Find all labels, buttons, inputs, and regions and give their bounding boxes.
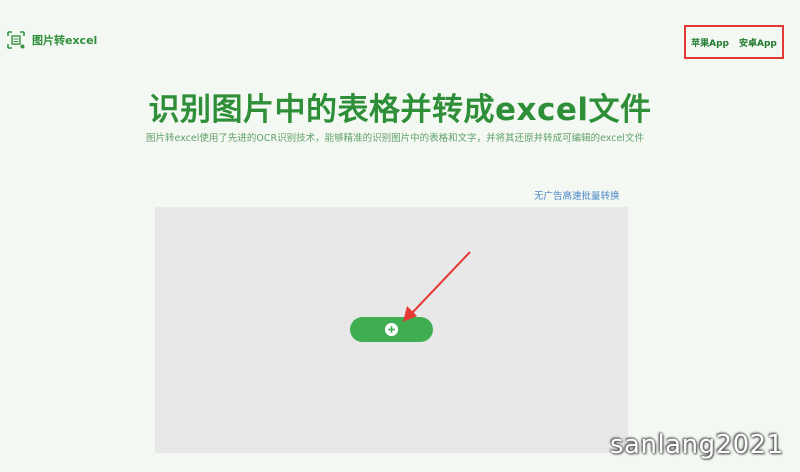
page: 图片转excel 苹果App 安卓App 识别图片中的表格并转成excel文件 …	[0, 0, 800, 472]
android-app-link[interactable]: 安卓App	[739, 36, 777, 49]
page-subtitle: 图片转excel使用了先进的OCR识别技术，能够精准的识别图片中的表格和文字，并…	[146, 133, 644, 144]
plus-circle-icon	[384, 322, 399, 337]
logo[interactable]: 图片转excel	[6, 30, 97, 50]
upload-button[interactable]	[350, 317, 433, 342]
page-title: 识别图片中的表格并转成excel文件	[148, 92, 652, 128]
app-links-highlight-box: 苹果App 安卓App	[684, 25, 784, 59]
scan-document-icon	[7, 31, 25, 49]
ios-app-link[interactable]: 苹果App	[691, 36, 729, 49]
watermark-text: sanlang2021	[610, 430, 784, 460]
batch-convert-link[interactable]: 无广告高速批量转换	[534, 188, 620, 202]
logo-text: 图片转excel	[32, 34, 98, 47]
